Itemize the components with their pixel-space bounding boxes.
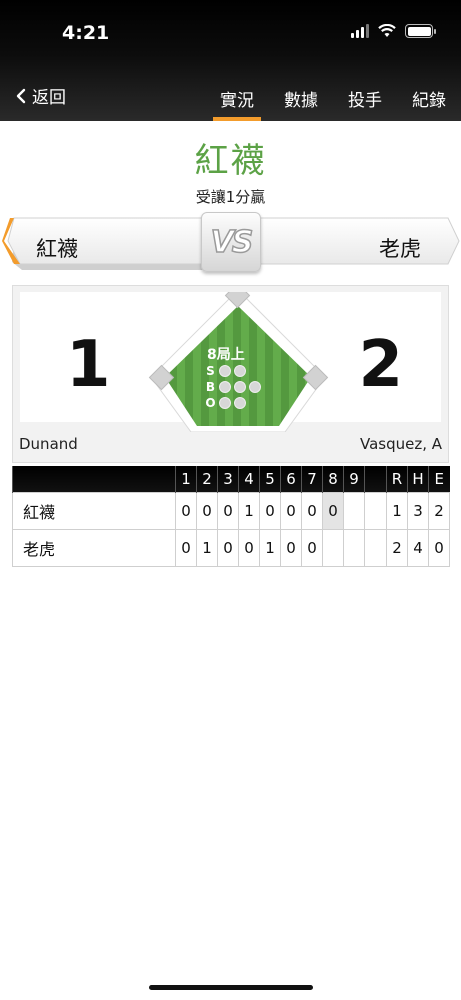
strike-count: S	[205, 364, 246, 378]
errors-cell: 0	[428, 528, 450, 567]
header-inning-6: 6	[280, 466, 302, 492]
strike-dot	[234, 365, 246, 377]
header-team	[12, 466, 176, 492]
home-pitcher: Vasquez, A	[359, 435, 442, 453]
tab-record[interactable]: 紀錄	[397, 74, 461, 121]
inning-cell: 0	[217, 528, 239, 567]
back-button[interactable]: 返回	[16, 83, 66, 108]
header-inning-2: 2	[196, 466, 218, 492]
home-team-name: 老虎	[379, 237, 421, 261]
vs-label: VS	[210, 224, 254, 261]
inning-cell	[322, 528, 344, 567]
table-row: 紅襪 0 0 0 1 0 0 0 0 1 3 2	[12, 491, 450, 530]
header-inning-4: 4	[238, 466, 260, 492]
hits-cell: 4	[407, 528, 429, 567]
inning-cell: 0	[280, 491, 302, 530]
handicap-team: 紅襪	[194, 141, 267, 181]
inning-cell: 1	[238, 491, 260, 530]
inning-cell: 0	[301, 491, 323, 530]
tab-live[interactable]: 實況	[205, 74, 269, 121]
strike-label: S	[206, 364, 215, 378]
tab-stats[interactable]: 數據	[269, 74, 333, 121]
tab-bar: 實況 數據 投手 紀錄	[205, 74, 461, 121]
inning-cell: 1	[259, 528, 281, 567]
handicap-desc: 受讓1分贏	[195, 188, 266, 206]
out-dot	[234, 397, 246, 409]
header-inning-9: 9	[343, 466, 365, 492]
ball-dot	[219, 381, 231, 393]
signal-icon	[351, 24, 369, 38]
header-inning-1: 1	[175, 466, 197, 492]
inning-cell: 0	[259, 491, 281, 530]
ball-count: B	[205, 380, 261, 394]
inning-cell: 0	[175, 491, 197, 530]
inning-cell	[343, 491, 365, 530]
vs-badge: VS	[201, 212, 261, 272]
wifi-icon	[378, 24, 396, 37]
inning-cell: 0	[196, 491, 218, 530]
inning-cell: 0	[175, 528, 197, 567]
runs-cell: 1	[386, 491, 408, 530]
back-label: 返回	[32, 88, 66, 108]
away-pitcher: Dunand	[19, 435, 78, 453]
header-hits: H	[407, 466, 429, 492]
ball-dot	[234, 381, 246, 393]
header-errors: E	[428, 466, 450, 492]
home-score: 2	[358, 328, 403, 402]
inning-cell: 0	[280, 528, 302, 567]
header-inning-5: 5	[259, 466, 281, 492]
current-inning-cell: 0	[322, 491, 344, 530]
errors-cell: 2	[428, 491, 450, 530]
team-name-cell: 老虎	[12, 528, 176, 567]
out-dot	[219, 397, 231, 409]
hits-cell: 3	[407, 491, 429, 530]
runs-cell: 2	[386, 528, 408, 567]
away-score: 1	[66, 328, 111, 402]
header-runs: R	[386, 466, 408, 492]
inning-cell: 1	[196, 528, 218, 567]
inning-cell: 0	[238, 528, 260, 567]
app-header: 4:21 返回 實況 數據 投手 紀錄	[0, 0, 461, 121]
home-indicator	[149, 985, 313, 990]
header-spacer	[364, 466, 387, 492]
line-score-table: 1 2 3 4 5 6 7 8 9 R H E 紅襪 0 0 0 1 0 0 0…	[12, 466, 450, 567]
header-inning-3: 3	[217, 466, 239, 492]
ball-dot	[249, 381, 261, 393]
line-score-header: 1 2 3 4 5 6 7 8 9 R H E	[12, 466, 450, 492]
strike-dot	[219, 365, 231, 377]
status-time: 4:21	[62, 22, 110, 44]
inning-cell	[343, 528, 365, 567]
out-label: O	[205, 396, 216, 410]
spacer-cell	[364, 528, 387, 567]
spacer-cell	[364, 491, 387, 530]
header-inning-7: 7	[301, 466, 323, 492]
away-team-name: 紅襪	[36, 237, 78, 261]
team-name-cell: 紅襪	[12, 491, 176, 530]
ball-label: B	[205, 380, 216, 394]
chevron-left-icon	[16, 88, 26, 103]
inning-label: 8局上	[207, 347, 245, 363]
out-count: O	[205, 396, 246, 410]
inning-cell: 0	[217, 491, 239, 530]
header-inning-8: 8	[322, 466, 344, 492]
tab-pitcher[interactable]: 投手	[333, 74, 397, 121]
battery-icon	[405, 24, 436, 38]
table-row: 老虎 0 1 0 0 1 0 0 2 4 0	[12, 528, 450, 567]
inning-cell: 0	[301, 528, 323, 567]
status-icons	[351, 24, 436, 38]
